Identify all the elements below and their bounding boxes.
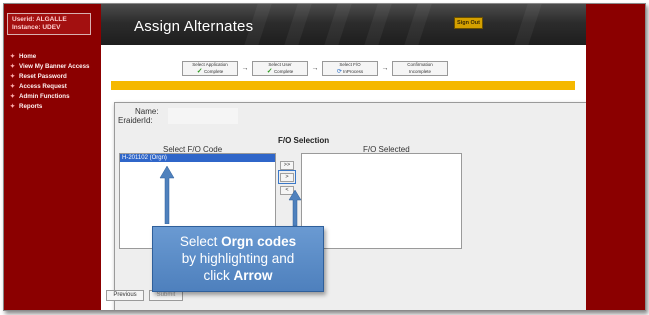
selected-fo-list[interactable] [301,153,462,249]
app-window: Userid: ALGALLE Instance: UDEV ✦ Home ✦ Vi… [3,3,646,311]
instance-text: Instance: UDEV [12,24,61,31]
sidebar-item-label: Access Request [19,82,67,90]
sidebar: Userid: ALGALLE Instance: UDEV ✦ Home ✦ Vi… [4,4,101,310]
user-info-box: Userid: ALGALLE Instance: UDEV [7,13,91,35]
banner-decoration [324,4,352,45]
eraider-label: EraiderId: [118,116,153,125]
sidebar-nav: ✦ Home ✦ View My Banner Access ✦ Reset Pass… [10,51,100,111]
name-label: Name: [135,107,159,116]
bullet-icon: ✦ [10,103,16,110]
step-confirmation: Confirmation Incomplete [392,60,448,76]
move-right-button[interactable]: > [280,173,294,182]
banner-decoration [404,4,432,45]
step-status: Incomplete [408,68,431,74]
name-value-field [168,108,238,124]
banner-decoration [364,4,392,45]
banner-decoration [284,4,312,45]
bullet-icon: ✦ [10,73,16,80]
instruction-callout: Select Orgn codes by highlighting and cl… [152,226,324,292]
bullet-icon: ✦ [10,83,16,90]
bullet-icon: ✦ [10,63,16,70]
sidebar-item-view-banner-access[interactable]: ✦ View My Banner Access [10,61,100,71]
right-margin [586,4,645,310]
sidebar-item-label: Reports [19,102,43,110]
check-icon: ✓ [196,67,203,75]
wizard-steps: Select Application ✓ Complete → Select U… [182,60,448,76]
callout-text: by highlighting and [181,251,295,266]
step-status: Complete [203,68,224,74]
step-select-fo: Select F/O ⟳ InProcess [322,60,378,76]
sidebar-item-home[interactable]: ✦ Home [10,51,100,61]
refresh-icon: ⟳ [336,68,342,75]
page-title: Assign Alternates [134,18,254,35]
sidebar-item-admin-functions[interactable]: ✦ Admin Functions [10,91,100,101]
bullet-icon: ✦ [10,93,16,100]
step-select-user: Select User ✓ Complete [252,60,308,76]
callout-text: click [203,268,234,283]
arrow-right-icon: → [381,64,389,72]
sidebar-item-label: Home [19,52,37,60]
step-status: InProcess [343,68,364,74]
callout-text-bold: Arrow [233,268,273,283]
header-banner: Assign Alternates Sign Out [101,4,586,45]
callout-text: Select [179,234,222,249]
list-item[interactable]: H-201102 (Orgn) [120,154,275,162]
sidebar-item-label: Reset Password [19,72,67,80]
arrow-up-icon [159,166,175,224]
step-status: Complete [273,68,294,74]
arrow-up-icon [288,190,302,226]
bullet-icon: ✦ [10,53,16,60]
sidebar-item-label: Admin Functions [19,92,70,100]
sidebar-item-reset-password[interactable]: ✦ Reset Password [10,71,100,81]
move-all-right-button[interactable]: >> [280,161,294,170]
step-select-application: Select Application ✓ Complete [182,60,238,76]
check-icon: ✓ [266,67,273,75]
sidebar-item-reports[interactable]: ✦ Reports [10,101,100,111]
sign-out-button[interactable]: Sign Out [454,17,483,29]
callout-text-bold: Orgn codes [221,234,297,249]
arrow-right-icon: → [311,64,319,72]
arrow-right-icon: → [241,64,249,72]
sidebar-item-label: View My Banner Access [19,62,90,70]
previous-button[interactable]: Previous [106,290,144,301]
userid-text: Userid: ALGALLE [12,16,67,23]
sidebar-item-access-request[interactable]: ✦ Access Request [10,81,100,91]
fo-selection-heading: F/O Selection [278,136,330,145]
banner-decoration [514,4,542,45]
accent-bar [111,81,575,90]
